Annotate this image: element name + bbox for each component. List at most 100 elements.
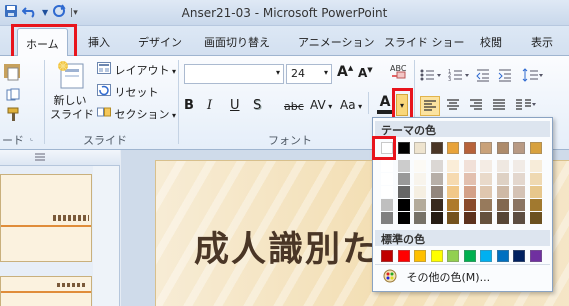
theme-shade-swatch[interactable] xyxy=(447,212,459,224)
tab-design[interactable]: デザイン xyxy=(138,34,182,50)
align-center-button[interactable] xyxy=(444,96,462,117)
clipboard-launcher-icon[interactable]: ⌞ xyxy=(30,134,33,142)
theme-color-swatch[interactable] xyxy=(496,142,509,154)
theme-color-swatch[interactable] xyxy=(397,142,410,154)
increase-indent-button[interactable] xyxy=(498,68,512,85)
strikethrough-button[interactable]: abc xyxy=(284,100,304,113)
theme-shade-swatch[interactable] xyxy=(414,186,426,198)
decrease-indent-button[interactable] xyxy=(476,68,490,85)
grow-font-button[interactable]: A▲ xyxy=(337,64,353,80)
slide-title[interactable]: 成人識別た xyxy=(194,221,379,272)
theme-shade-swatch[interactable] xyxy=(414,212,426,224)
standard-color-swatch[interactable] xyxy=(513,250,525,262)
theme-shade-swatch[interactable] xyxy=(414,160,426,172)
theme-shade-swatch[interactable] xyxy=(447,160,459,172)
theme-color-swatch[interactable] xyxy=(463,142,476,154)
theme-shade-swatch[interactable] xyxy=(513,173,525,185)
shadow-button[interactable]: S xyxy=(253,98,261,113)
theme-shade-swatch[interactable] xyxy=(496,212,509,224)
theme-color-swatch[interactable] xyxy=(480,142,492,154)
theme-shade-swatch[interactable] xyxy=(414,199,426,211)
theme-shade-swatch[interactable] xyxy=(463,186,476,198)
theme-shade-swatch[interactable] xyxy=(496,160,509,172)
theme-shade-swatch[interactable] xyxy=(397,212,410,224)
char-spacing-button[interactable]: AV ▾ xyxy=(310,98,332,112)
theme-shade-swatch[interactable] xyxy=(397,186,410,198)
theme-shade-swatch[interactable] xyxy=(480,199,492,211)
paste-partial-icon[interactable] xyxy=(2,62,22,85)
theme-shade-swatch[interactable] xyxy=(463,199,476,211)
theme-shade-swatch[interactable] xyxy=(529,199,542,211)
theme-shade-swatch[interactable] xyxy=(513,160,525,172)
outline-tab-icon[interactable] xyxy=(34,152,46,165)
font-name-combo[interactable]: ▾ xyxy=(184,64,284,84)
tab-transitions[interactable]: 画面切り替え xyxy=(204,34,270,50)
line-spacing-button[interactable] xyxy=(522,68,544,85)
theme-color-swatch[interactable] xyxy=(529,142,542,154)
tab-review[interactable]: 校閲 xyxy=(480,34,502,50)
shrink-font-button[interactable]: A▼ xyxy=(358,66,373,80)
theme-shade-swatch[interactable] xyxy=(430,173,443,185)
theme-shade-swatch[interactable] xyxy=(529,186,542,198)
standard-color-swatch[interactable] xyxy=(430,250,443,262)
theme-shade-swatch[interactable] xyxy=(463,160,476,172)
theme-shade-swatch[interactable] xyxy=(381,186,393,198)
theme-shade-swatch[interactable] xyxy=(397,199,410,211)
more-colors-item[interactable]: その他の色(M)... xyxy=(383,269,490,285)
reset-button[interactable]: リセット xyxy=(97,84,159,100)
font-name-dropdown-icon[interactable]: ▾ xyxy=(276,68,280,77)
standard-color-swatch[interactable] xyxy=(463,250,476,262)
theme-shade-swatch[interactable] xyxy=(513,212,525,224)
underline-button[interactable]: U xyxy=(230,98,240,113)
numbering-button[interactable]: 123 xyxy=(448,68,470,85)
align-left-button[interactable] xyxy=(420,96,440,116)
font-size-dropdown-icon[interactable]: ▾ xyxy=(324,68,328,77)
theme-shade-swatch[interactable] xyxy=(430,186,443,198)
theme-shade-swatch[interactable] xyxy=(463,212,476,224)
theme-shade-swatch[interactable] xyxy=(496,173,509,185)
slide-thumbnail[interactable] xyxy=(0,174,92,262)
theme-shade-swatch[interactable] xyxy=(447,199,459,211)
theme-color-swatch[interactable] xyxy=(513,142,525,154)
standard-color-swatch[interactable] xyxy=(397,250,410,262)
standard-color-swatch[interactable] xyxy=(381,250,393,262)
theme-shade-swatch[interactable] xyxy=(381,160,393,172)
standard-color-swatch[interactable] xyxy=(480,250,492,262)
tab-insert[interactable]: 挿入 xyxy=(88,34,110,50)
theme-shade-swatch[interactable] xyxy=(529,173,542,185)
layout-button[interactable]: レイアウト ▾ xyxy=(97,62,176,78)
theme-shade-swatch[interactable] xyxy=(480,186,492,198)
standard-color-swatch[interactable] xyxy=(447,250,459,262)
bold-button[interactable]: B xyxy=(184,98,194,113)
tab-slideshow[interactable]: スライド ショー xyxy=(384,34,465,50)
theme-shade-swatch[interactable] xyxy=(397,173,410,185)
theme-color-swatch[interactable] xyxy=(447,142,459,154)
theme-shade-swatch[interactable] xyxy=(496,186,509,198)
change-case-button[interactable]: Aa ▾ xyxy=(340,98,362,112)
tab-view[interactable]: 表示 xyxy=(531,34,553,50)
theme-color-swatch[interactable] xyxy=(414,142,426,154)
theme-shade-swatch[interactable] xyxy=(430,212,443,224)
theme-shade-swatch[interactable] xyxy=(480,160,492,172)
theme-shade-swatch[interactable] xyxy=(513,199,525,211)
clear-format-button[interactable]: ABC xyxy=(389,62,407,83)
slides-pane-scrollbar[interactable] xyxy=(93,166,119,306)
theme-shade-swatch[interactable] xyxy=(430,160,443,172)
standard-color-swatch[interactable] xyxy=(529,250,542,262)
section-button[interactable]: セクション ▾ xyxy=(97,106,176,122)
new-slide-button[interactable]: 新しい スライド xyxy=(50,60,94,122)
theme-shade-swatch[interactable] xyxy=(513,186,525,198)
font-size-combo[interactable]: 24 ▾ xyxy=(286,64,332,84)
format-painter-icon[interactable] xyxy=(6,106,22,125)
theme-shade-swatch[interactable] xyxy=(529,160,542,172)
standard-color-swatch[interactable] xyxy=(496,250,509,262)
theme-shade-swatch[interactable] xyxy=(496,199,509,211)
theme-shade-swatch[interactable] xyxy=(381,173,393,185)
justify-button[interactable] xyxy=(490,96,508,117)
theme-shade-swatch[interactable] xyxy=(447,173,459,185)
theme-shade-swatch[interactable] xyxy=(463,173,476,185)
tab-animations[interactable]: アニメーション xyxy=(298,34,375,50)
theme-shade-swatch[interactable] xyxy=(397,160,410,172)
theme-shade-swatch[interactable] xyxy=(480,173,492,185)
theme-shade-swatch[interactable] xyxy=(430,199,443,211)
